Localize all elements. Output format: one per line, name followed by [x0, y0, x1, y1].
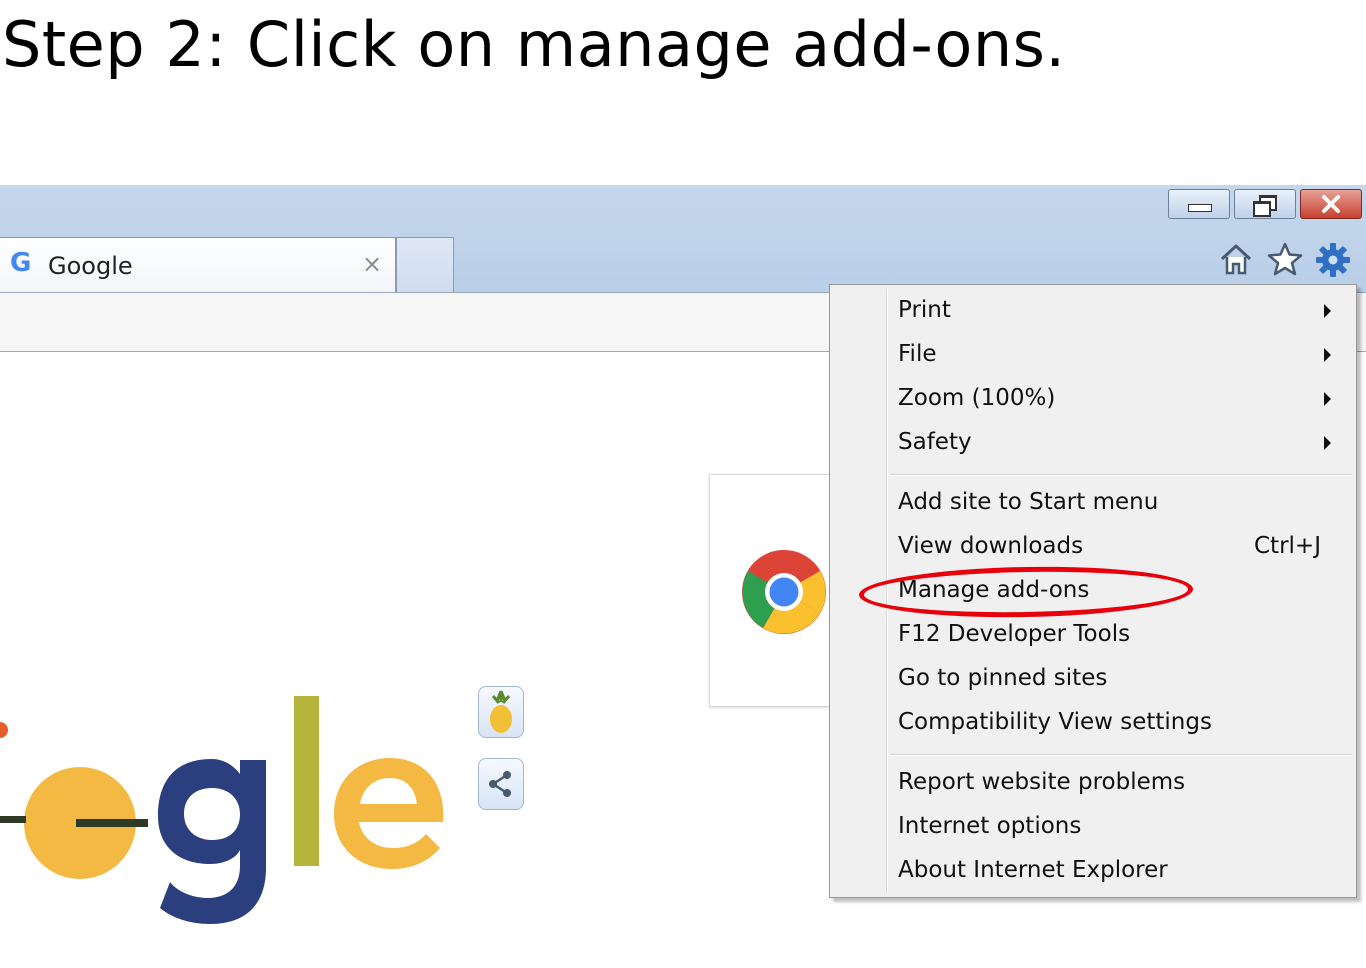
tab-google[interactable]: G Google ×	[0, 237, 396, 293]
tab-close-icon[interactable]: ×	[362, 250, 382, 278]
chrome-promo-card[interactable]	[709, 474, 841, 707]
menu-separator	[890, 754, 1352, 756]
google-favicon-icon: G	[10, 248, 32, 278]
step-instruction: Step 2: Click on manage add-ons.	[2, 8, 1066, 81]
restore-button[interactable]	[1234, 189, 1296, 219]
title-bar: G Google ×	[0, 185, 1366, 293]
menu-item-file[interactable]: File	[898, 341, 937, 367]
view-downloads-shortcut: Ctrl+J	[1254, 533, 1321, 559]
close-icon	[1322, 195, 1340, 213]
submenu-arrow-icon	[1324, 348, 1331, 362]
submenu-arrow-icon	[1324, 304, 1331, 318]
tab-title: Google	[48, 252, 133, 280]
gear-icon[interactable]	[1314, 241, 1352, 279]
google-doodle	[0, 696, 444, 924]
share-icon	[489, 771, 511, 797]
menu-item-internet-options[interactable]: Internet options	[898, 813, 1081, 839]
menu-item-go-to-pinned-sites[interactable]: Go to pinned sites	[898, 665, 1107, 691]
menu-separator	[890, 474, 1352, 476]
menu-item-add-site-to-start-menu[interactable]: Add site to Start menu	[898, 489, 1158, 515]
menu-item-view-downloads[interactable]: View downloads	[898, 533, 1083, 559]
minimize-icon	[1188, 204, 1212, 212]
home-icon[interactable]	[1218, 241, 1254, 277]
menu-item-print[interactable]: Print	[898, 297, 951, 323]
close-window-button[interactable]	[1300, 189, 1362, 219]
menu-item-zoom[interactable]: Zoom (100%)	[898, 385, 1055, 411]
chrome-logo-icon	[742, 550, 826, 634]
menu-item-report-website-problems[interactable]: Report website problems	[898, 769, 1185, 795]
menu-item-safety[interactable]: Safety	[898, 429, 972, 455]
menu-item-compatibility-view-settings[interactable]: Compatibility View settings	[898, 709, 1212, 735]
new-tab-button[interactable]	[396, 237, 454, 293]
submenu-arrow-icon	[1324, 436, 1331, 450]
menu-item-f12-developer-tools[interactable]: F12 Developer Tools	[898, 621, 1130, 647]
pineapple-button[interactable]	[478, 686, 524, 738]
menu-item-about-internet-explorer[interactable]: About Internet Explorer	[898, 857, 1168, 883]
submenu-arrow-icon	[1324, 392, 1331, 406]
star-icon[interactable]	[1266, 241, 1304, 277]
pineapple-icon	[490, 690, 512, 733]
share-button[interactable]	[478, 758, 524, 810]
minimize-button[interactable]	[1168, 189, 1230, 219]
